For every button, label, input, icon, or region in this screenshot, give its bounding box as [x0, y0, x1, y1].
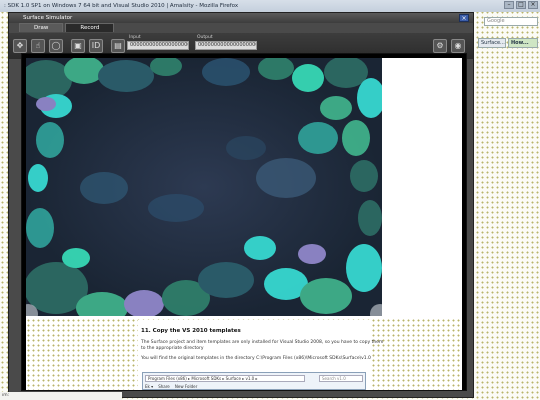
browser-tab-how[interactable]: How... [508, 38, 538, 48]
explorer-screenshot: Program Files (x86) ▸ Microsoft SDKs ▸ S… [142, 372, 366, 390]
move-tool-icon[interactable]: ✥ [13, 39, 27, 53]
camera-icon[interactable]: ◉ [451, 39, 465, 53]
simulator-title: Surface Simulator [23, 15, 73, 21]
identity-tag-icon[interactable]: ID [89, 39, 103, 53]
tag-tool-icon[interactable]: ▣ [71, 39, 85, 53]
surface-water-background[interactable] [26, 58, 382, 316]
byte-tag-icon[interactable]: ▤ [111, 39, 125, 53]
surface-simulator-window: Surface Simulator × Draw Record ✥ ☝ ◯ ▣ … [8, 12, 474, 398]
maximize-icon[interactable]: □ [516, 1, 526, 9]
browser-status-bar: ım: [0, 392, 122, 400]
simulator-title-bar: Surface Simulator [9, 13, 473, 23]
simulator-display: 11. Copy the VS 2010 templates The Surfa… [21, 53, 467, 391]
browser-title-bar: : SDK 1.0 SP1 on Windows 7 64 bit and Vi… [0, 0, 540, 12]
browser-tab-surface[interactable]: Surface... [478, 38, 506, 48]
blob-tool-icon[interactable]: ◯ [49, 39, 63, 53]
tab-draw[interactable]: Draw [19, 23, 64, 32]
minimize-icon[interactable]: – [504, 1, 514, 9]
browser-page-content: 11. Copy the VS 2010 templates The Surfa… [26, 58, 462, 390]
input-field[interactable]: 0000000000000000000000 [127, 41, 189, 50]
window-controls: – □ × [504, 1, 538, 9]
tab-record[interactable]: Record [65, 23, 115, 32]
explorer-new-folder: New Folder [174, 384, 198, 389]
simulator-tabs: Draw Record [19, 23, 115, 32]
close-icon[interactable]: × [528, 1, 538, 9]
paragraph-2: You will find the original templates in … [141, 356, 371, 361]
simulator-close-button[interactable]: × [459, 14, 469, 22]
explorer-search: Search v1.0 [319, 375, 363, 382]
explorer-share: Share [158, 384, 170, 389]
explorer-toolbar: Ek ▾ Share New Folder [145, 384, 197, 389]
finger-tool-icon[interactable]: ☝ [31, 39, 45, 53]
settings-icon[interactable]: ⚙ [433, 39, 447, 53]
browser-search-input[interactable]: Google [484, 17, 538, 26]
paragraph-1b: to the appropriate directory [141, 346, 204, 351]
paragraph-1: The Surface project and item templates a… [141, 340, 384, 345]
browser-title: : SDK 1.0 SP1 on Windows 7 64 bit and Vi… [4, 3, 239, 9]
browser-toolbar-right: Google Surface... How... [476, 12, 540, 52]
section-heading: 11. Copy the VS 2010 templates [141, 328, 241, 334]
article-section: 11. Copy the VS 2010 templates The Surfa… [138, 320, 383, 390]
output-field[interactable]: 0000000000000000000000 [195, 41, 257, 50]
explorer-organize: Ek ▾ [145, 384, 154, 389]
input-field-label: Input [129, 35, 141, 40]
explorer-breadcrumb: Program Files (x86) ▸ Microsoft SDKs ▸ S… [145, 375, 305, 382]
output-field-label: Output [197, 35, 213, 40]
water-lilies-image [26, 58, 382, 316]
